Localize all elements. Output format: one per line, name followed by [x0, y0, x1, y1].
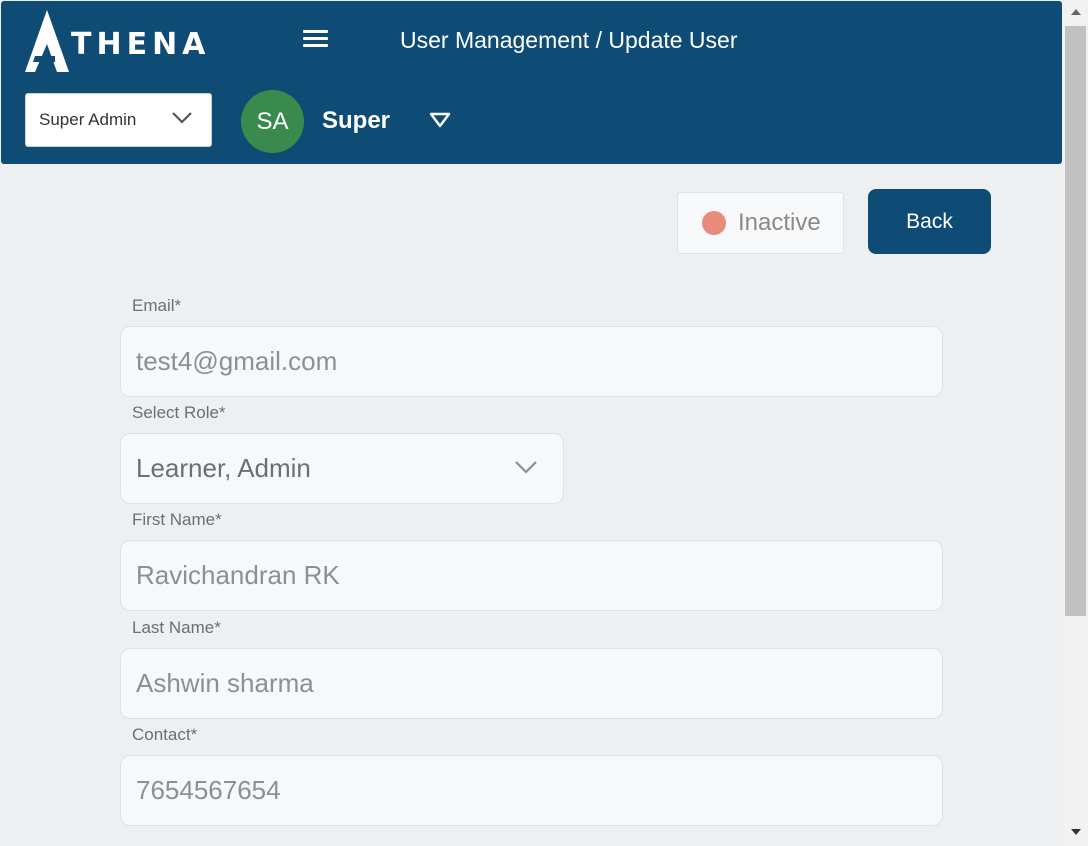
- last-name-field[interactable]: Ashwin sharma: [120, 648, 943, 719]
- chevron-down-icon: [172, 112, 192, 124]
- athena-logo-mark-icon: [25, 10, 69, 72]
- email-value: test4@gmail.com: [136, 346, 338, 376]
- status-label: Inactive: [738, 209, 821, 236]
- first-name-field[interactable]: Ravichandran RK: [120, 540, 943, 611]
- status-toggle[interactable]: Inactive: [677, 192, 844, 254]
- scroll-down-arrow-icon[interactable]: [1070, 828, 1082, 836]
- contact-field[interactable]: 7654567654: [120, 755, 943, 826]
- contact-label: Contact*: [132, 725, 198, 744]
- first-name-value: Ravichandran RK: [136, 560, 340, 590]
- user-name[interactable]: Super: [322, 107, 390, 135]
- avatar[interactable]: SA: [241, 90, 304, 153]
- last-name-value: Ashwin sharma: [136, 668, 314, 698]
- contact-value: 7654567654: [136, 775, 281, 805]
- last-name-label: Last Name*: [132, 618, 221, 637]
- top-header: THENA User Management / Update User Supe…: [1, 1, 1062, 164]
- scroll-up-arrow-icon[interactable]: [1070, 8, 1082, 16]
- chevron-down-icon: [515, 461, 537, 474]
- role-label: Select Role*: [132, 403, 226, 422]
- breadcrumb: User Management / Update User: [400, 27, 738, 53]
- athena-logo[interactable]: THENA: [25, 9, 210, 73]
- role-selector-dropdown[interactable]: Super Admin: [25, 93, 212, 147]
- email-field[interactable]: test4@gmail.com: [120, 326, 943, 397]
- email-label: Email*: [132, 296, 182, 315]
- role-select-value: Learner, Admin: [136, 453, 311, 483]
- status-dot: [702, 211, 726, 235]
- scrollbar-thumb[interactable]: [1065, 26, 1086, 616]
- logo-text: THENA: [71, 26, 211, 62]
- hamburger-menu-icon[interactable]: [303, 28, 329, 52]
- caret-down-outline-icon[interactable]: [429, 112, 451, 128]
- first-name-label: First Name*: [132, 510, 222, 529]
- back-button[interactable]: Back: [868, 189, 991, 254]
- role-select[interactable]: Learner, Admin: [120, 433, 564, 504]
- role-selector-value: Super Admin: [39, 110, 137, 129]
